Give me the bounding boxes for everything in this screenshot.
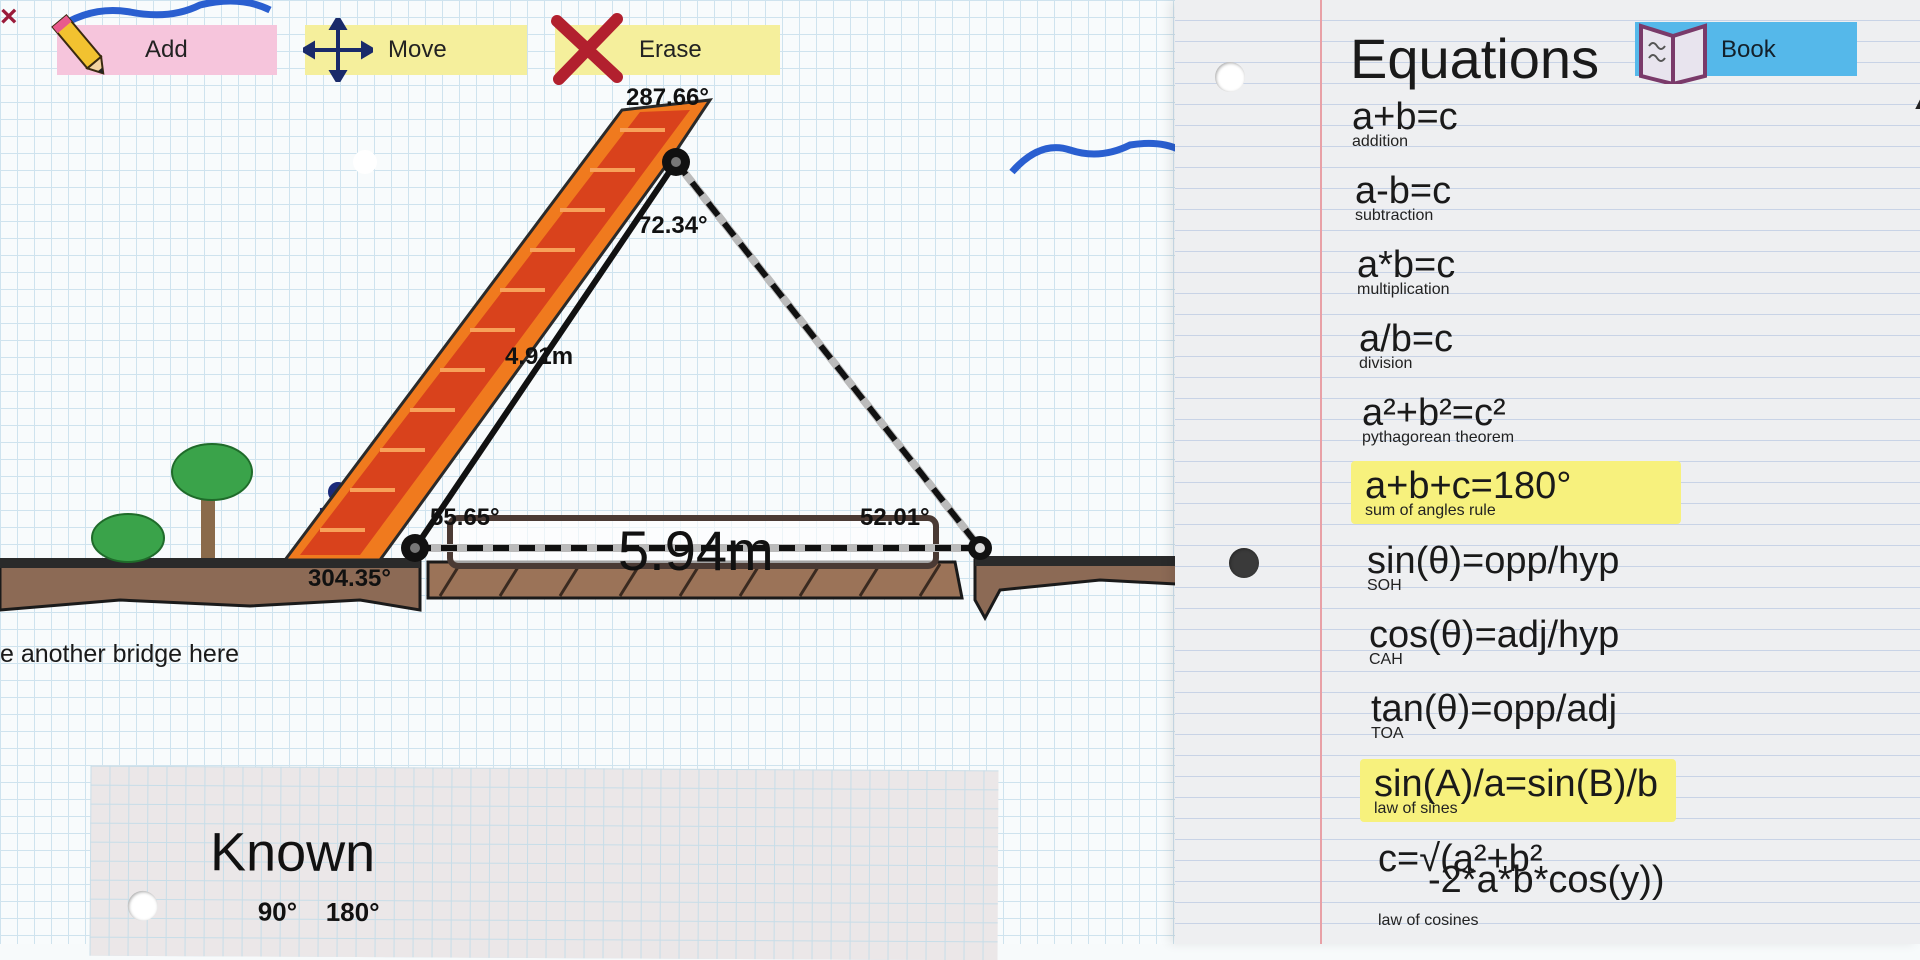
apex-angle-label: 72.34° [638, 212, 708, 239]
equations-title: Equations [1350, 27, 1600, 90]
add-label: Add [145, 36, 188, 63]
equation-item[interactable]: a+b=c addition [1352, 96, 1458, 151]
gap-length-label: 5.94m [618, 519, 774, 582]
bush [91, 513, 165, 563]
equation-item-highlighted[interactable]: a+b+c=180° sum of angles rule [1351, 461, 1682, 524]
hint-text: e another bridge here [0, 640, 240, 668]
vertex-left [401, 534, 429, 562]
binder-hole [1215, 62, 1245, 92]
card-hole [127, 890, 158, 921]
add-button[interactable]: Add [51, 13, 277, 75]
known-value[interactable]: 90° [258, 897, 297, 928]
equation-item[interactable]: a/b=c division [1359, 318, 1453, 373]
equation-item[interactable]: cos(θ)=adj/hyp CAH [1369, 614, 1619, 669]
drawing-canvas[interactable]: × Add Move Erase 287.66° 72.34° 4.91m 55… [0, 0, 1195, 960]
margin-line [1320, 0, 1322, 944]
close-icon[interactable]: × [0, 2, 18, 32]
ground-right [973, 558, 1195, 622]
book-button[interactable]: Book [1635, 22, 1857, 84]
equation-item[interactable]: a²+b²=c² pythagorean theorem [1362, 392, 1514, 447]
ladder-length-label: 4.91m [505, 343, 574, 370]
erase-button[interactable]: Erase [551, 13, 780, 85]
equation-item[interactable]: a*b=c multiplication [1357, 244, 1455, 299]
tree-top [171, 443, 253, 501]
scribble-right [1009, 139, 1182, 175]
move-arrows-icon [303, 18, 373, 82]
equation-item-highlighted[interactable]: sin(A)/a=sin(B)/b law of sines [1360, 759, 1677, 822]
equation-item[interactable]: tan(θ)=opp/adj TOA [1371, 688, 1617, 743]
left-outer-angle-label: 304.35° [308, 565, 392, 592]
erase-label: Erase [639, 36, 702, 63]
mouse-cursor-icon: ▲ [1912, 96, 1920, 113]
vertex-top [662, 148, 690, 176]
top-angle-label: 287.66° [626, 84, 710, 111]
book-icon [1639, 23, 1707, 84]
right-angle-label: 52.01° [860, 504, 930, 531]
move-label: Move [388, 36, 447, 63]
vertex-right [968, 536, 992, 560]
equation-item[interactable]: c=√(a²+b² -2*a*b*cos(y)) law of cosines [1378, 838, 1665, 930]
pencil-icon [51, 13, 105, 75]
book-label: Book [1721, 36, 1776, 63]
equations-panel: Equations a+b=c addition a-b=c subtraction… [1175, 0, 1920, 944]
left-angle-label: 55.65° [430, 504, 500, 531]
equation-item[interactable]: sin(θ)=opp/hyp SOH [1367, 540, 1619, 595]
erase-x-icon [551, 13, 623, 85]
move-button[interactable]: Move [303, 18, 527, 82]
canvas-dot [353, 150, 377, 174]
known-title: Known [209, 822, 376, 884]
known-card: Known 90° 180° [89, 765, 999, 960]
binder-hole [1229, 548, 1259, 578]
ground-right-edge [975, 556, 1195, 566]
known-value[interactable]: 180° [326, 897, 380, 928]
equation-item[interactable]: a-b=c subtraction [1355, 170, 1451, 225]
